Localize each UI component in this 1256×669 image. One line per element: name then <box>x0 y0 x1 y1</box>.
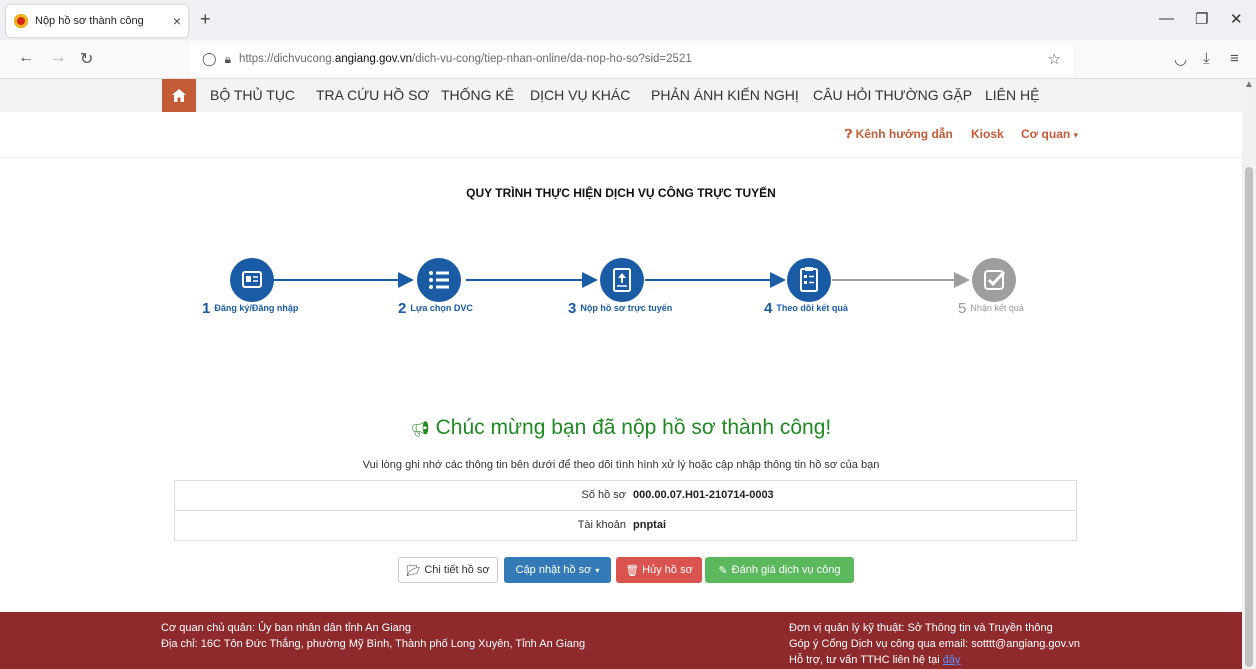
step-4-label: 4 Theo dõi kết quả <box>764 300 848 317</box>
checklist-icon <box>787 258 831 302</box>
row-value: pnptai <box>633 519 666 531</box>
step-text: Theo dõi kết quả <box>776 303 848 313</box>
submission-info-table: Số hồ sơ 000.00.07.H01-210714-0003 Tài k… <box>174 480 1077 541</box>
step-number: 3 <box>568 300 577 317</box>
success-text: Chúc mừng bạn đã nộp hồ sơ thành công! <box>435 416 832 439</box>
footer: Cơ quan chủ quản: Ủy ban nhân dân tỉnh A… <box>0 612 1242 669</box>
step-text: Nộp hồ sơ trực tuyến <box>580 303 673 313</box>
minimize-icon[interactable]: — <box>1159 10 1174 27</box>
footer-address: Địa chỉ: 16C Tôn Đức Thắng, phường Mỹ Bì… <box>161 638 586 650</box>
success-message: 📢︎ Chúc mừng bạn đã nộp hồ sơ thành công… <box>0 416 1242 440</box>
browser-nav-bar: ← → ↻ ◯ 🔒︎ https://dichvucong.angiang.go… <box>0 40 1256 79</box>
footer-here-link[interactable]: đây <box>943 654 961 666</box>
reload-icon[interactable]: ↻ <box>80 49 93 69</box>
update-button[interactable]: Cập nhật hồ sơ ▾ <box>504 557 611 583</box>
agency-label: Cơ quan <box>1021 127 1071 141</box>
new-tab-button[interactable]: + <box>200 9 211 30</box>
upload-document-icon <box>600 258 644 302</box>
home-icon[interactable] <box>162 79 196 112</box>
rate-button[interactable]: ✎ Đánh giá dịch vụ công <box>705 557 854 583</box>
scroll-up-icon[interactable]: ▲ <box>1242 79 1256 90</box>
url-bar[interactable]: ◯ 🔒︎ https://dichvucong.angiang.gov.vn/d… <box>190 44 1073 74</box>
tracking-shield-icon[interactable]: ◯ <box>202 51 217 67</box>
step-5-label: 5 Nhận kết quả <box>958 300 1024 317</box>
question-icon: ❓︎ <box>845 127 853 141</box>
menu-item-lien-he[interactable]: LIÊN HỆ <box>985 87 1039 103</box>
pocket-icon[interactable]: ◡ <box>1174 50 1187 68</box>
step-number: 2 <box>398 300 407 317</box>
rate-label: Đánh giá dịch vụ công <box>731 564 841 576</box>
guide-link[interactable]: ❓︎ Kênh hướng dẫn <box>845 127 953 142</box>
row-label: Tài khoản <box>577 519 626 531</box>
url-prefix: https://dichvucong. <box>238 53 335 65</box>
footer-support: Hỗ trợ, tư vấn TTHC liên hệ tại đây <box>789 652 1080 668</box>
guide-label: Kênh hướng dẫn <box>855 127 953 141</box>
tab-title: Nộp hồ sơ thành công <box>35 15 144 27</box>
footer-email: Góp ý Cổng Dịch vụ công qua email: sottt… <box>789 638 1081 650</box>
table-row: Số hồ sơ 000.00.07.H01-210714-0003 <box>175 481 1076 510</box>
agency-dropdown[interactable]: Cơ quan ▾ <box>1021 127 1078 141</box>
step-2-label: 2 Lựa chọn DVC <box>398 300 473 317</box>
megaphone-icon: 📢︎ <box>410 421 430 438</box>
caret-down-icon: ▾ <box>595 565 600 575</box>
menu-item-tra-cuu-ho-so[interactable]: TRA CỨU HỒ SƠ <box>316 87 429 103</box>
divider <box>0 157 1242 158</box>
table-row: Tài khoản pnptai <box>175 510 1076 540</box>
menu-item-cau-hoi[interactable]: CÂU HỎI THƯỜNG GẶP <box>813 87 972 103</box>
folder-open-icon: 📂︎ <box>406 564 421 577</box>
caret-down-icon: ▾ <box>1073 130 1079 140</box>
download-icon[interactable]: ⤓ <box>1203 50 1210 67</box>
detail-label: Chi tiết hồ sơ <box>424 564 490 576</box>
menu-item-dich-vu-khac[interactable]: DỊCH VỤ KHÁC <box>530 87 630 103</box>
restore-icon[interactable]: ❐ <box>1195 10 1208 28</box>
id-card-icon <box>230 258 274 302</box>
step-text: Lựa chọn DVC <box>410 303 473 313</box>
footer-right: Đơn vị quản lý kỹ thuật: Sở Thông tin và… <box>789 620 1080 668</box>
step-text: Nhận kết quả <box>970 303 1024 313</box>
detail-button[interactable]: 📂︎ Chi tiết hồ sơ <box>398 557 498 583</box>
pencil-icon: ✎ <box>718 564 728 577</box>
window-close-icon[interactable]: ✕ <box>1230 10 1243 28</box>
menu-item-phan-anh-kien-nghi[interactable]: PHẢN ÁNH KIẾN NGHỊ <box>651 87 799 103</box>
step-1-label: 1 Đăng ký/Đăng nhập <box>202 300 298 317</box>
step-text: Đăng ký/Đăng nhập <box>214 303 299 313</box>
cancel-button[interactable]: 🗑︎ Hủy hồ sơ <box>616 557 702 583</box>
url-text[interactable]: https://dichvucong.angiang.gov.vn/dich-v… <box>239 53 692 65</box>
kiosk-link[interactable]: Kiosk <box>971 127 1004 141</box>
step-number: 1 <box>202 300 211 317</box>
row-value: 000.00.07.H01-210714-0003 <box>633 489 774 501</box>
browser-tab-bar: Nộp hồ sơ thành công × + — ❐ ✕ <box>0 0 1256 40</box>
step-number: 5 <box>958 300 967 317</box>
url-domain: angiang.gov.vn <box>334 53 413 65</box>
list-icon <box>417 258 461 302</box>
footer-tech-unit: Đơn vị quản lý kỹ thuật: Sở Thông tin và… <box>789 622 1053 634</box>
update-label: Cập nhật hồ sơ <box>515 564 592 576</box>
site-favicon-icon <box>14 14 28 28</box>
cancel-label: Hủy hồ sơ <box>642 564 693 576</box>
bookmark-star-icon[interactable]: ☆ <box>1048 50 1061 68</box>
row-label: Số hồ sơ <box>581 489 626 501</box>
back-icon[interactable]: ← <box>18 49 34 67</box>
menu-icon[interactable]: ≡ <box>1230 50 1239 67</box>
tab-close-icon[interactable]: × <box>166 13 188 29</box>
browser-tab[interactable]: Nộp hồ sơ thành công × <box>6 5 188 37</box>
forward-icon[interactable]: → <box>50 49 66 67</box>
footer-agency: Cơ quan chủ quản: Ủy ban nhân dân tỉnh A… <box>161 622 412 634</box>
step-3-label: 3 Nộp hồ sơ trực tuyến <box>568 300 672 317</box>
step-number: 4 <box>764 300 773 317</box>
menu-item-thong-ke[interactable]: THỐNG KÊ <box>441 87 514 103</box>
site-menu: BỘ THỦ TỤC TRA CỨU HỒ SƠ THỐNG KÊ DỊCH V… <box>0 79 1242 112</box>
process-title: QUY TRÌNH THỰC HIỆN DỊCH VỤ CÔNG TRỰC TU… <box>466 186 776 200</box>
scrollbar-thumb[interactable] <box>1245 167 1253 667</box>
trash-icon: 🗑︎ <box>625 564 640 577</box>
lock-icon[interactable]: 🔒︎ <box>225 52 231 67</box>
footer-support-text: Hỗ trợ, tư vấn TTHC liên hệ tại <box>789 654 940 666</box>
url-path: /dich-vu-cong/tiep-nhan-online/da-nop-ho… <box>412 53 692 65</box>
menu-item-bo-thu-tuc[interactable]: BỘ THỦ TỤC <box>210 87 295 103</box>
page-scrollbar[interactable]: ▲ <box>1242 79 1256 669</box>
info-note: Vui lòng ghi nhớ các thông tin bên dưới … <box>362 459 880 471</box>
check-square-icon <box>972 258 1016 302</box>
footer-left: Cơ quan chủ quản: Ủy ban nhân dân tỉnh A… <box>161 620 585 652</box>
